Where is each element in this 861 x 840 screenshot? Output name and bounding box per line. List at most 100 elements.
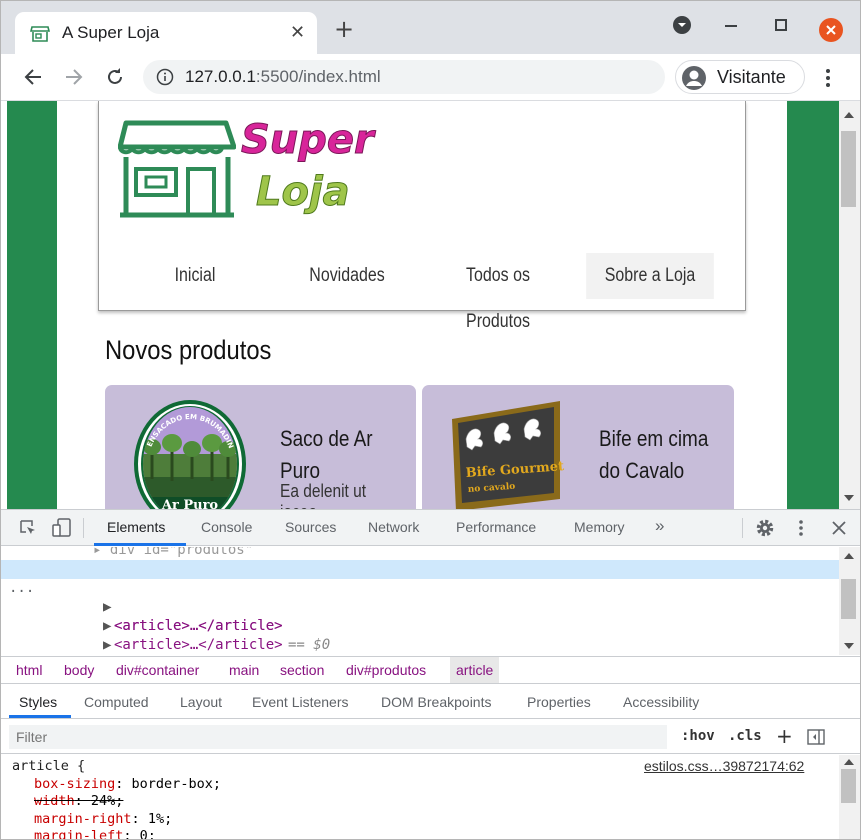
styles-filter-input[interactable] xyxy=(9,725,667,749)
browser-toolbar: 127.0.0.1:5500/index.html Visitante xyxy=(1,54,860,101)
subtab-layout[interactable]: Layout xyxy=(180,694,222,710)
styles-scrollbar-thumb[interactable] xyxy=(841,769,856,803)
stylesheet-link[interactable]: estilos.css…39872174:62 xyxy=(644,757,804,775)
new-tab-button[interactable]: + xyxy=(334,17,354,41)
crumb-section[interactable]: section xyxy=(280,662,324,678)
tab-elements[interactable]: Elements xyxy=(107,519,165,535)
styles-subtabs: Styles Computed Layout Event Listeners D… xyxy=(1,685,860,719)
tab-network[interactable]: Network xyxy=(368,519,419,535)
tab-search-icon[interactable] xyxy=(672,15,692,35)
tab-title: A Super Loja xyxy=(62,23,160,42)
product-name-line1: Bife em cima xyxy=(599,426,709,451)
tree-row-partial: ▸ div id="produtos" xyxy=(93,547,254,558)
css-declaration[interactable]: margin-right: 1%; xyxy=(34,810,172,828)
subtab-event-listeners[interactable]: Event Listeners xyxy=(252,694,349,710)
crumb-body[interactable]: body xyxy=(64,662,94,678)
nav-item-todos-os-produtos[interactable]: Todos os Produtos xyxy=(434,253,562,332)
tab-memory[interactable]: Memory xyxy=(574,519,625,535)
tab-console[interactable]: Console xyxy=(201,519,252,535)
subtab-properties[interactable]: Properties xyxy=(527,694,591,710)
scroll-up-arrow-icon[interactable] xyxy=(844,111,854,118)
store-logo-icon[interactable] xyxy=(118,119,236,221)
settings-gear-icon[interactable] xyxy=(755,518,775,538)
crumb-html[interactable]: html xyxy=(16,662,42,678)
styles-pane: article { estilos.css…39872174:62 box-si… xyxy=(1,755,839,839)
forward-icon[interactable] xyxy=(64,67,84,87)
browser-window: A Super Loja ✕ + 127.0.0.1:5500/index.ht… xyxy=(0,0,861,840)
scroll-down-arrow-icon[interactable] xyxy=(844,643,854,650)
maximize-icon[interactable] xyxy=(773,15,789,35)
section-title: Novos produtos xyxy=(105,335,272,365)
css-property: box-sizing xyxy=(34,776,116,792)
tree-row[interactable]: ▶ <article>…</article> xyxy=(1,579,839,634)
profile-button[interactable]: Visitante xyxy=(675,60,805,94)
profile-name: Visitante xyxy=(717,67,786,87)
product-name: Saco de Ar Puro xyxy=(280,426,373,483)
tab-performance[interactable]: Performance xyxy=(456,519,536,535)
active-tab-underline xyxy=(94,543,186,546)
steak-product-image: Bife Gourmet no cavalo xyxy=(452,401,564,509)
css-value: 24%; xyxy=(90,793,124,809)
scroll-up-arrow-icon[interactable] xyxy=(844,758,854,765)
product-card[interactable]: Bife Gourmet no cavalo Bife em cima do C… xyxy=(422,385,734,509)
minimize-icon[interactable] xyxy=(723,15,739,35)
device-toggle-icon[interactable] xyxy=(52,518,72,538)
tree-row[interactable]: ▶ <article>…</article> xyxy=(1,598,839,653)
scroll-up-arrow-icon[interactable] xyxy=(844,552,854,559)
address-bar[interactable]: 127.0.0.1:5500/index.html xyxy=(143,60,665,94)
scroll-down-arrow-icon[interactable] xyxy=(844,495,854,502)
url-text[interactable]: 127.0.0.1:5500/index.html xyxy=(185,67,381,87)
subtab-accessibility[interactable]: Accessibility xyxy=(623,694,699,710)
styles-scrollbar[interactable] xyxy=(839,755,860,839)
tab-sources[interactable]: Sources xyxy=(285,519,336,535)
crumb-div-container[interactable]: div#container xyxy=(116,662,199,678)
nav-item-inicial[interactable]: Inicial xyxy=(131,253,259,299)
tree-row[interactable]: ▶ <article>…</article> xyxy=(1,636,839,655)
toolbar-divider xyxy=(742,518,743,538)
css-declaration-overridden[interactable]: width: 24%; xyxy=(34,792,123,810)
subtab-styles[interactable]: Styles xyxy=(19,694,57,710)
tree-row[interactable]: ▶ <article>…</article> xyxy=(1,617,839,653)
product-label-text: Ar Puro xyxy=(161,498,219,509)
crumb-div-produtos[interactable]: div#produtos xyxy=(346,662,426,678)
css-declaration[interactable]: margin-left: 0; xyxy=(34,827,156,839)
crumb-article[interactable]: article xyxy=(450,657,500,683)
subtab-dom-breakpoints[interactable]: DOM Breakpoints xyxy=(381,694,491,710)
page-container: Super Loja Inicial Novidades Todos os Pr… xyxy=(57,101,787,509)
back-icon[interactable] xyxy=(23,67,43,87)
product-description: Ea delenit ut iaceo xyxy=(280,481,367,509)
close-window-icon[interactable] xyxy=(819,18,843,42)
tab-close-icon[interactable]: ✕ xyxy=(290,22,305,43)
devtools-menu-icon[interactable] xyxy=(798,519,804,537)
reload-icon[interactable] xyxy=(105,67,125,87)
page-scrollbar-thumb[interactable] xyxy=(841,131,856,207)
inspect-element-icon[interactable] xyxy=(19,519,37,537)
product-name-line2: do Cavalo xyxy=(599,458,685,483)
elements-scrollbar[interactable] xyxy=(839,547,860,655)
crumb-main[interactable]: main xyxy=(229,662,259,678)
elements-tree: ▸ div id="produtos" ... ▶ <article>…</ar… xyxy=(1,547,839,655)
product-card[interactable]: ENSACADO EM BRUMADINHO Ar Puro Saco de A… xyxy=(105,385,416,509)
info-icon[interactable] xyxy=(156,68,174,86)
nav-item-sobre-a-loja[interactable]: Sobre a Loja xyxy=(586,253,714,299)
css-value: border-box; xyxy=(131,776,221,792)
new-rule-plus-icon[interactable]: + xyxy=(776,724,793,748)
close-devtools-icon[interactable] xyxy=(832,521,846,535)
browser-menu-icon[interactable] xyxy=(825,68,831,88)
store-favicon-icon xyxy=(30,26,50,42)
devtools-tab-bar: Elements Console Sources Network Perform… xyxy=(1,510,860,546)
url-host: 127.0.0.1 xyxy=(185,67,256,86)
page-scrollbar[interactable] xyxy=(839,101,860,509)
css-selector[interactable]: article { xyxy=(12,757,85,775)
subtab-computed[interactable]: Computed xyxy=(84,694,149,710)
class-toggle[interactable]: .cls xyxy=(728,728,762,744)
toggle-sidebar-icon[interactable] xyxy=(807,729,825,745)
browser-tab[interactable]: A Super Loja ✕ xyxy=(15,12,317,54)
tree-row-selected[interactable]: ... ▶ <article>…</article> == $0 xyxy=(1,560,839,653)
more-tabs-icon[interactable]: » xyxy=(655,516,664,536)
css-property: margin-right xyxy=(34,811,132,827)
nav-item-novidades[interactable]: Novidades xyxy=(283,253,411,299)
css-declaration[interactable]: box-sizing: border-box; xyxy=(34,775,221,793)
hover-state-toggle[interactable]: :hov xyxy=(681,728,715,744)
elements-scrollbar-thumb[interactable] xyxy=(841,579,856,619)
